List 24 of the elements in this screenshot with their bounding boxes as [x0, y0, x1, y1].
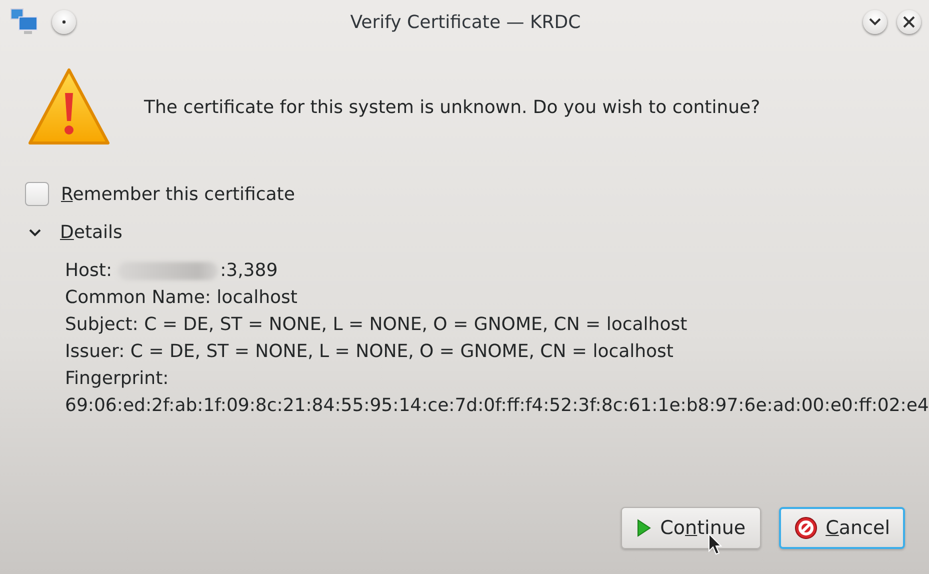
detail-line: Issuer: C = DE, ST = NONE, L = NONE, O = GNOME, CN = localhost	[65, 340, 674, 363]
window-title: Verify Certificate — KRDC	[349, 12, 582, 32]
detail-label: Host:	[65, 259, 112, 282]
close-icon	[903, 16, 915, 28]
checkbox-label[interactable]: Remember this certificate	[61, 184, 295, 204]
detail-line: 69:06:ed:2f:ab:1f:09:8c:21:84:55:95:14:ce:7d:0f:ff:f4:52:3f:8c:61:1e:b8:97:6e:ad:00:e0:ff:02:e4	[65, 394, 929, 417]
mouse-pointer-icon	[708, 533, 722, 555]
continue-button[interactable]: Continue	[621, 507, 761, 549]
details-toggle[interactable]: Details	[60, 222, 122, 243]
close-button[interactable]	[897, 10, 921, 34]
detail-line: Fingerprint:	[65, 367, 169, 390]
warning-message: The certificate for this system is unknown. Do you wish to continue?	[144, 96, 760, 118]
remember-checkbox[interactable]	[25, 182, 49, 206]
computers-icon[interactable]	[10, 8, 40, 36]
dot-icon	[62, 20, 66, 24]
detail-line: Common Name: localhost	[65, 286, 298, 309]
detail-value: :3,389	[220, 259, 278, 282]
chevron-down-icon	[869, 18, 881, 26]
detail-line: Subject: C = DE, ST = NONE, L = NONE, O = GNOME, CN = localhost	[65, 313, 688, 336]
minimize-button[interactable]	[863, 10, 887, 34]
play-icon	[636, 518, 652, 538]
warning-icon	[28, 67, 110, 147]
cancel-button[interactable]: Cancel	[778, 507, 905, 549]
stop-sign-icon	[794, 516, 818, 540]
